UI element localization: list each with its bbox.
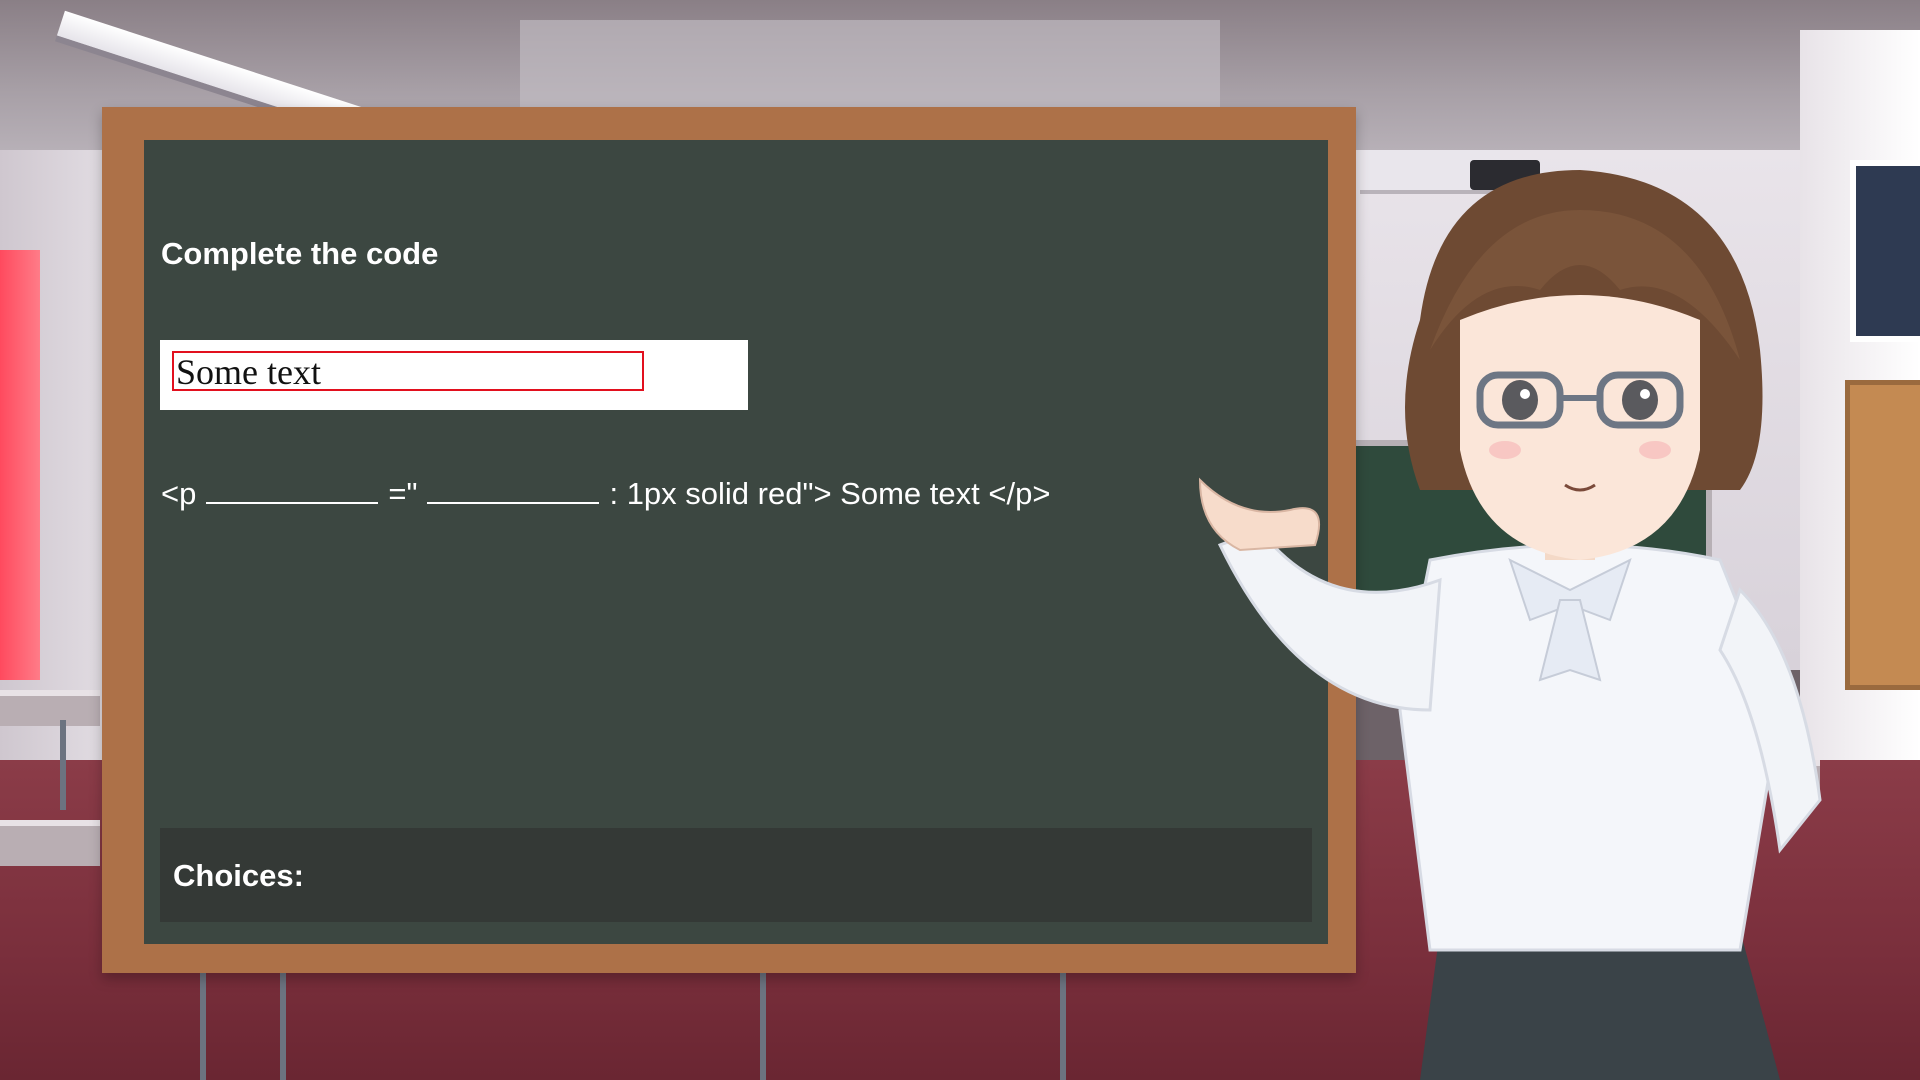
desk-leg	[60, 720, 66, 810]
code-segment-end: : 1px solid red"> Some text </p>	[609, 476, 1051, 511]
choices-label: Choices:	[173, 858, 304, 893]
code-preview: Some text	[160, 340, 748, 410]
blank-slot-2[interactable]	[427, 472, 600, 504]
code-line: <p =" : 1px solid red"> Some text </p>	[161, 472, 1050, 512]
preview-paragraph: Some text	[172, 351, 644, 391]
left-window	[0, 250, 40, 680]
desk-leg	[760, 970, 766, 1080]
desk	[0, 820, 100, 866]
ceiling-panel	[520, 20, 1220, 110]
code-segment-start: <p	[161, 476, 197, 511]
teacher-character	[1198, 170, 1822, 1080]
choices-panel: Choices:	[160, 828, 1312, 922]
question-prompt: Complete the code	[161, 236, 439, 271]
code-segment-middle: ="	[388, 476, 418, 511]
desk-leg	[1060, 970, 1066, 1080]
desk-leg	[200, 970, 206, 1080]
desk-leg	[280, 970, 286, 1080]
desk	[0, 690, 100, 726]
blank-slot-1[interactable]	[206, 472, 379, 504]
